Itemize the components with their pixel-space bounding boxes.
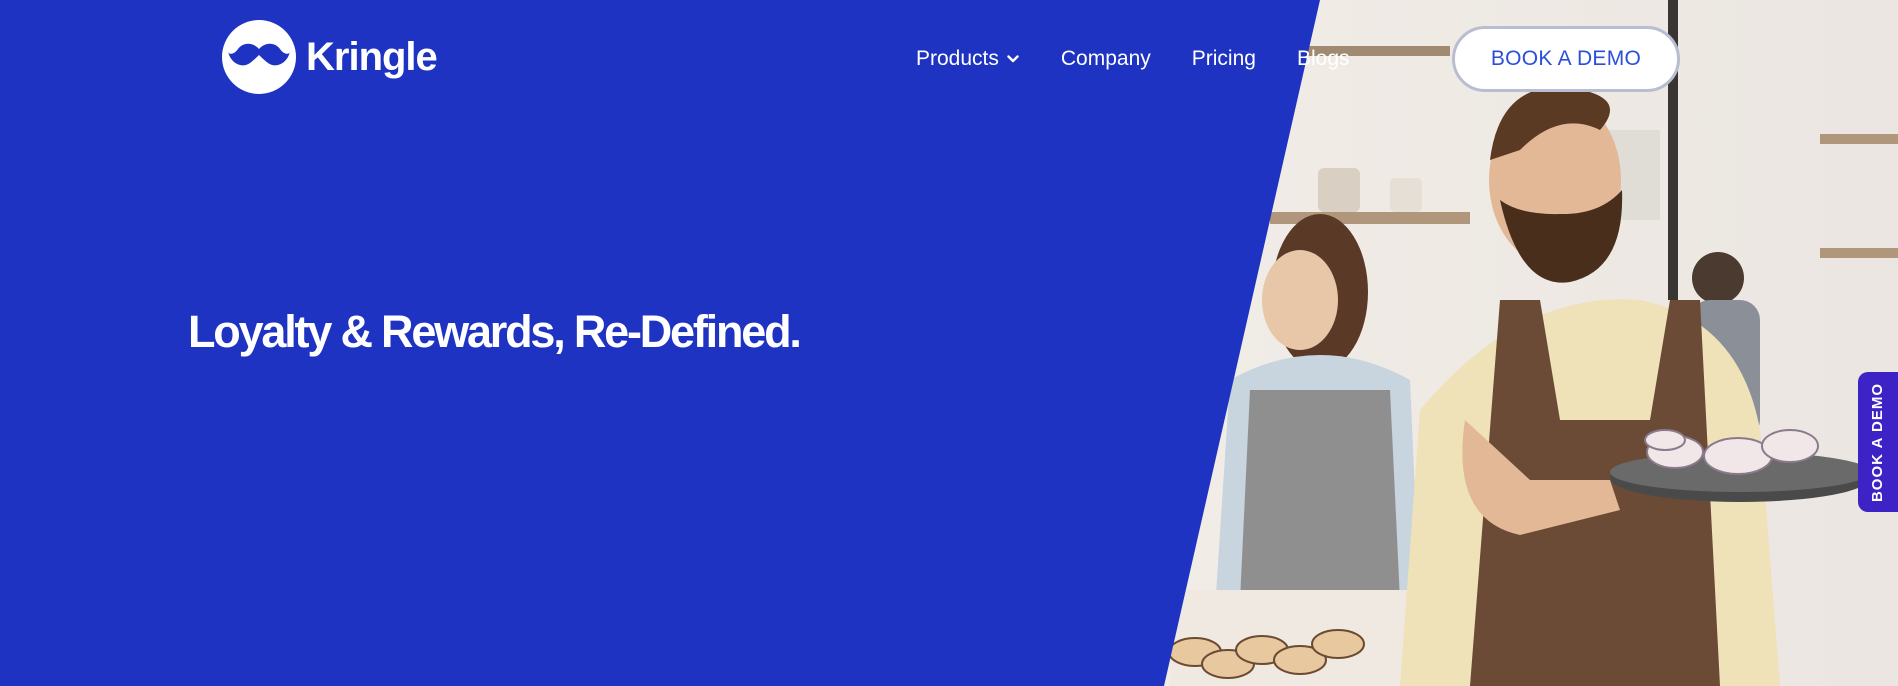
main-nav: Products Company Pricing Blogs bbox=[916, 44, 1350, 74]
chevron-down-icon bbox=[1007, 55, 1019, 63]
nav-item-pricing[interactable]: Pricing bbox=[1192, 47, 1256, 71]
nav-item-products[interactable]: Products bbox=[916, 47, 1019, 71]
book-demo-side-tab[interactable]: BOOK A DEMO bbox=[1858, 372, 1898, 512]
hero-title: Loyalty & Rewards, Re-Defined. bbox=[188, 306, 802, 357]
brand-logo[interactable]: Kringle bbox=[222, 20, 438, 94]
side-tab-label: BOOK A DEMO bbox=[1869, 382, 1887, 502]
mustache-icon bbox=[222, 20, 296, 94]
nav-item-blogs[interactable]: Blogs bbox=[1297, 47, 1350, 71]
brand-name: Kringle bbox=[306, 34, 438, 79]
book-demo-button[interactable]: BOOK A DEMO bbox=[1452, 26, 1680, 92]
nav-item-label: Products bbox=[916, 47, 999, 70]
nav-item-company[interactable]: Company bbox=[1061, 47, 1151, 71]
